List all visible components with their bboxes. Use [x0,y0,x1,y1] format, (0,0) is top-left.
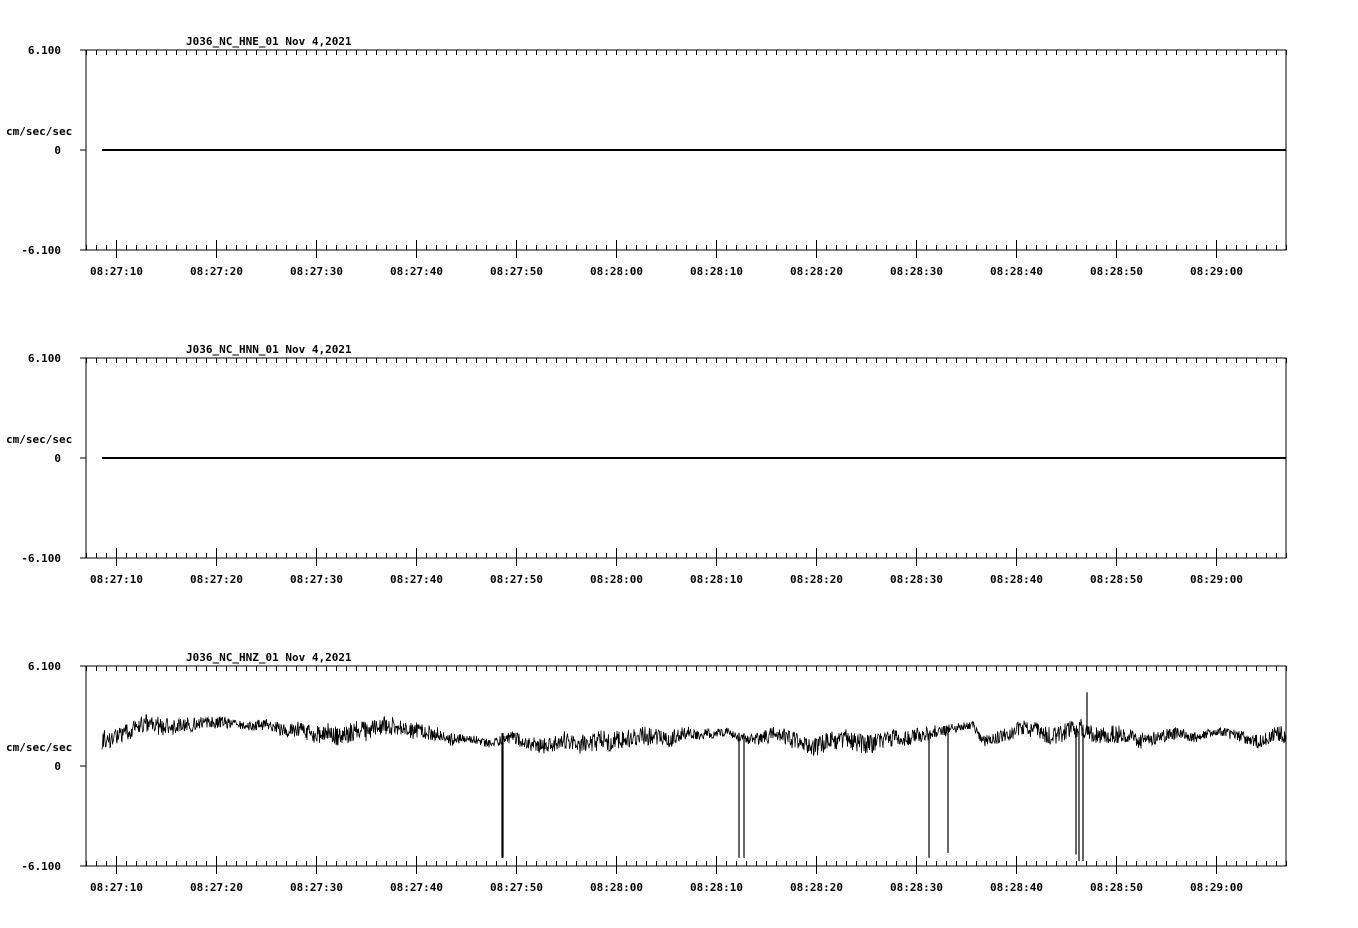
y-tick-label: 0 [54,452,61,465]
x-tick-label: 08:28:10 [690,881,743,894]
x-tick-label: 08:29:00 [1190,881,1243,894]
chart-title: J036_NC_HNZ_01 Nov 4,2021 [186,651,352,664]
chart-panel-2: J036_NC_HNN_01 Nov 4,2021 cm/sec/sec 6.100… [6,343,1287,586]
x-tick-label: 08:28:20 [790,265,843,278]
y-tick-label: 6.100 [28,660,61,673]
chart-title: J036_NC_HNE_01 Nov 4,2021 [186,35,352,48]
x-tick-label: 08:27:50 [490,573,543,586]
x-tick-label: 08:27:40 [390,265,443,278]
y-axis-label: cm/sec/sec [6,741,72,754]
x-tick-label: 08:28:00 [590,573,643,586]
x-tick-label: 08:27:20 [190,573,243,586]
chart-title: J036_NC_HNN_01 Nov 4,2021 [186,343,352,356]
x-tick-label: 08:28:40 [990,881,1043,894]
x-tick-label: 08:27:10 [90,573,143,586]
x-tick-label: 08:28:10 [690,573,743,586]
x-tick-label: 08:28:20 [790,881,843,894]
x-tick-label: 08:27:50 [490,881,543,894]
x-tick-label: 08:28:00 [590,265,643,278]
x-tick-label: 08:28:50 [1090,265,1143,278]
x-tick-label: 08:27:40 [390,573,443,586]
x-tick-label: 08:28:20 [790,573,843,586]
series-line [101,714,1287,757]
y-tick-label: 0 [54,760,61,773]
x-tick-label: 08:29:00 [1190,265,1243,278]
x-tick-label: 08:28:30 [890,573,943,586]
x-tick-label: 08:29:00 [1190,573,1243,586]
x-tick-label: 08:28:50 [1090,881,1143,894]
y-tick-label: 6.100 [28,352,61,365]
x-tick-label: 08:28:00 [590,881,643,894]
seismogram-figure: J036_NC_HNE_01 Nov 4,2021 cm/sec/sec 6.100… [0,0,1358,924]
chart-panel-3: J036_NC_HNZ_01 Nov 4,2021 cm/sec/sec 6.100… [6,651,1287,894]
x-tick-label: 08:28:50 [1090,573,1143,586]
plot-frame [85,665,1287,867]
x-tick-label: 08:28:10 [690,265,743,278]
x-tick-label: 08:28:40 [990,573,1043,586]
y-axis-label: cm/sec/sec [6,433,72,446]
x-tick-label: 08:27:20 [190,265,243,278]
y-tick-label: -6.100 [21,552,61,565]
seismogram-chart-svg: J036_NC_HNE_01 Nov 4,2021 cm/sec/sec 6.100… [6,35,1287,894]
x-tick-label: 08:28:30 [890,881,943,894]
x-tick-label: 08:27:20 [190,881,243,894]
x-tick-label: 08:28:40 [990,265,1043,278]
x-tick-label: 08:27:30 [290,265,343,278]
x-tick-label: 08:27:40 [390,881,443,894]
chart-panel-1: J036_NC_HNE_01 Nov 4,2021 cm/sec/sec 6.100… [6,35,1287,278]
x-tick-label: 08:27:50 [490,265,543,278]
y-tick-label: 6.100 [28,44,61,57]
y-axis-label: cm/sec/sec [6,125,72,138]
x-tick-label: 08:27:10 [90,265,143,278]
x-tick-label: 08:28:30 [890,265,943,278]
x-tick-label: 08:27:30 [290,573,343,586]
y-tick-label: -6.100 [21,860,61,873]
x-tick-label: 08:27:30 [290,881,343,894]
y-tick-label: 0 [54,144,61,157]
x-tick-label: 08:27:10 [90,881,143,894]
y-tick-label: -6.100 [21,244,61,257]
